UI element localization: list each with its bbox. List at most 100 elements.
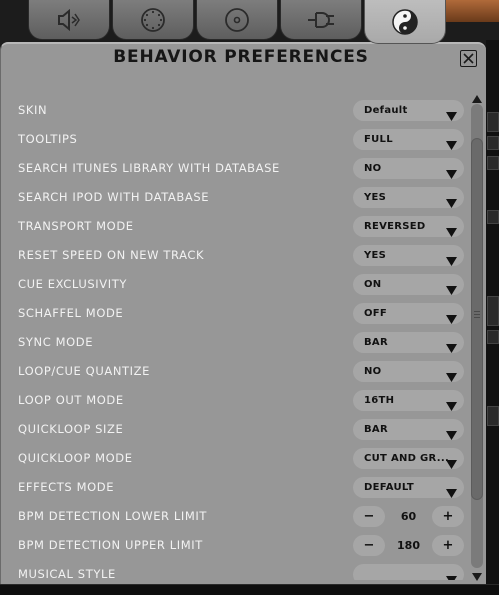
tab-behavior[interactable] — [364, 0, 446, 44]
dropdown-value: NO — [364, 366, 382, 377]
close-button[interactable] — [460, 50, 477, 67]
background-app-edge — [486, 40, 499, 594]
dropdown-value: NO — [364, 163, 382, 174]
setting-dropdown[interactable]: ON — [353, 274, 464, 295]
increment-button[interactable]: + — [432, 506, 464, 527]
setting-row: SEARCH IPOD WITH DATABASE YES — [1, 183, 471, 212]
setting-label: BPM DETECTION UPPER LIMIT — [18, 538, 203, 552]
triangle-down-icon — [446, 338, 457, 357]
setting-label: EFFECTS MODE — [18, 480, 115, 494]
increment-button[interactable]: + — [432, 535, 464, 556]
scroll-thumb[interactable] — [471, 138, 483, 500]
value-stepper: − 60 + — [353, 506, 464, 527]
scrollbar[interactable] — [469, 90, 485, 582]
decrement-button[interactable]: − — [353, 535, 385, 556]
scroll-down-button[interactable] — [469, 568, 485, 582]
scroll-up-button[interactable] — [469, 90, 485, 104]
triangle-down-icon — [472, 566, 482, 585]
setting-row: TOOLTIPS FULL — [1, 125, 471, 154]
dropdown-value: Default — [364, 105, 408, 116]
tab-controls[interactable] — [112, 0, 194, 40]
setting-label: QUICKLOOP MODE — [18, 451, 133, 465]
setting-row: QUICKLOOP MODE CUT AND GR... — [1, 444, 471, 473]
setting-label: MUSICAL STYLE — [18, 567, 116, 580]
triangle-down-icon — [446, 251, 457, 270]
triangle-down-icon — [446, 483, 457, 502]
triangle-down-icon — [446, 222, 457, 241]
setting-row: SEARCH ITUNES LIBRARY WITH DATABASE NO — [1, 154, 471, 183]
setting-label: RESET SPEED ON NEW TRACK — [18, 248, 205, 262]
setting-dropdown[interactable]: DEFAULT — [353, 477, 464, 498]
dropdown-value: YES — [364, 250, 387, 261]
setting-label: QUICKLOOP SIZE — [18, 422, 124, 436]
setting-dropdown[interactable]: Default — [353, 100, 464, 121]
setting-row: SCHAFFEL MODE OFF — [1, 299, 471, 328]
setting-dropdown[interactable]: BAR — [353, 332, 464, 353]
setting-dropdown[interactable] — [353, 564, 464, 580]
setting-label: SCHAFFEL MODE — [18, 306, 124, 320]
setting-label: LOOP/CUE QUANTIZE — [18, 364, 150, 378]
tab-media[interactable] — [196, 0, 278, 40]
triangle-down-icon — [446, 309, 457, 328]
preferences-tabs — [28, 0, 458, 44]
triangle-down-icon — [446, 454, 457, 473]
yin-yang-icon — [391, 8, 419, 36]
setting-row: SKIN Default — [1, 96, 471, 125]
setting-row: BPM DETECTION LOWER LIMIT − 60 + — [1, 502, 471, 531]
setting-dropdown[interactable]: NO — [353, 361, 464, 382]
setting-dropdown[interactable]: NO — [353, 158, 464, 179]
settings-list: SKIN Default TOOLTIPS FULL SEARCH ITUNES LIB… — [1, 96, 471, 580]
setting-label: SKIN — [18, 103, 48, 117]
dropdown-value: ON — [364, 279, 382, 290]
triangle-down-icon — [446, 425, 457, 444]
dropdown-value: BAR — [364, 337, 388, 348]
setting-dropdown[interactable]: REVERSED — [353, 216, 464, 237]
value-stepper: −180 + — [353, 535, 464, 556]
setting-row: BPM DETECTION UPPER LIMIT −180 + — [1, 531, 471, 560]
setting-dropdown[interactable]: OFF — [353, 303, 464, 324]
setting-row: LOOP/CUE QUANTIZE NO — [1, 357, 471, 386]
setting-label: SEARCH IPOD WITH DATABASE — [18, 190, 210, 204]
setting-label: CUE EXCLUSIVITY — [18, 277, 127, 291]
dropdown-value: BAR — [364, 424, 388, 435]
setting-row: SYNC MODE BAR — [1, 328, 471, 357]
panel-title: BEHAVIOR PREFERENCES — [113, 47, 369, 67]
setting-dropdown[interactable]: 16TH — [353, 390, 464, 411]
background-bottom-strip — [0, 584, 499, 595]
setting-dropdown[interactable]: YES — [353, 187, 464, 208]
tab-audio[interactable] — [28, 0, 110, 40]
setting-label: LOOP OUT MODE — [18, 393, 124, 407]
setting-row: EFFECTS MODE DEFAULT — [1, 473, 471, 502]
triangle-down-icon — [446, 135, 457, 154]
setting-row: QUICKLOOP SIZE BAR — [1, 415, 471, 444]
triangle-down-icon — [446, 367, 457, 386]
dropdown-value: DEFAULT — [364, 482, 415, 493]
setting-row: LOOP OUT MODE 16TH — [1, 386, 471, 415]
setting-label: BPM DETECTION LOWER LIMIT — [18, 509, 208, 523]
dropdown-value: CUT AND GR... — [364, 453, 450, 464]
dropdown-value: REVERSED — [364, 221, 426, 232]
close-icon — [463, 49, 474, 68]
stepper-value: 60 — [400, 510, 417, 523]
setting-dropdown[interactable]: CUT AND GR... — [353, 448, 464, 469]
triangle-down-icon — [446, 570, 457, 580]
setting-label: SEARCH ITUNES LIBRARY WITH DATABASE — [18, 161, 280, 175]
setting-dropdown[interactable]: FULL — [353, 129, 464, 150]
disc-icon — [224, 7, 250, 33]
setting-row: CUE EXCLUSIVITY ON — [1, 270, 471, 299]
setting-dropdown[interactable]: BAR — [353, 419, 464, 440]
speaker-icon — [56, 8, 82, 31]
dropdown-value: YES — [364, 192, 387, 203]
decrement-button[interactable]: − — [353, 506, 385, 527]
dropdown-value: 16TH — [364, 395, 395, 406]
tab-hardware[interactable] — [280, 0, 362, 40]
setting-row: TRANSPORT MODE REVERSED — [1, 212, 471, 241]
triangle-down-icon — [446, 396, 457, 415]
setting-dropdown[interactable]: YES — [353, 245, 464, 266]
triangle-down-icon — [446, 193, 457, 212]
triangle-down-icon — [446, 106, 457, 125]
stepper-value: 180 — [397, 539, 420, 552]
dropdown-value: OFF — [364, 308, 388, 319]
dropdown-value: FULL — [364, 134, 393, 145]
behavior-preferences-panel: BEHAVIOR PREFERENCES SKIN Default TOOLTIPS… — [0, 42, 486, 584]
